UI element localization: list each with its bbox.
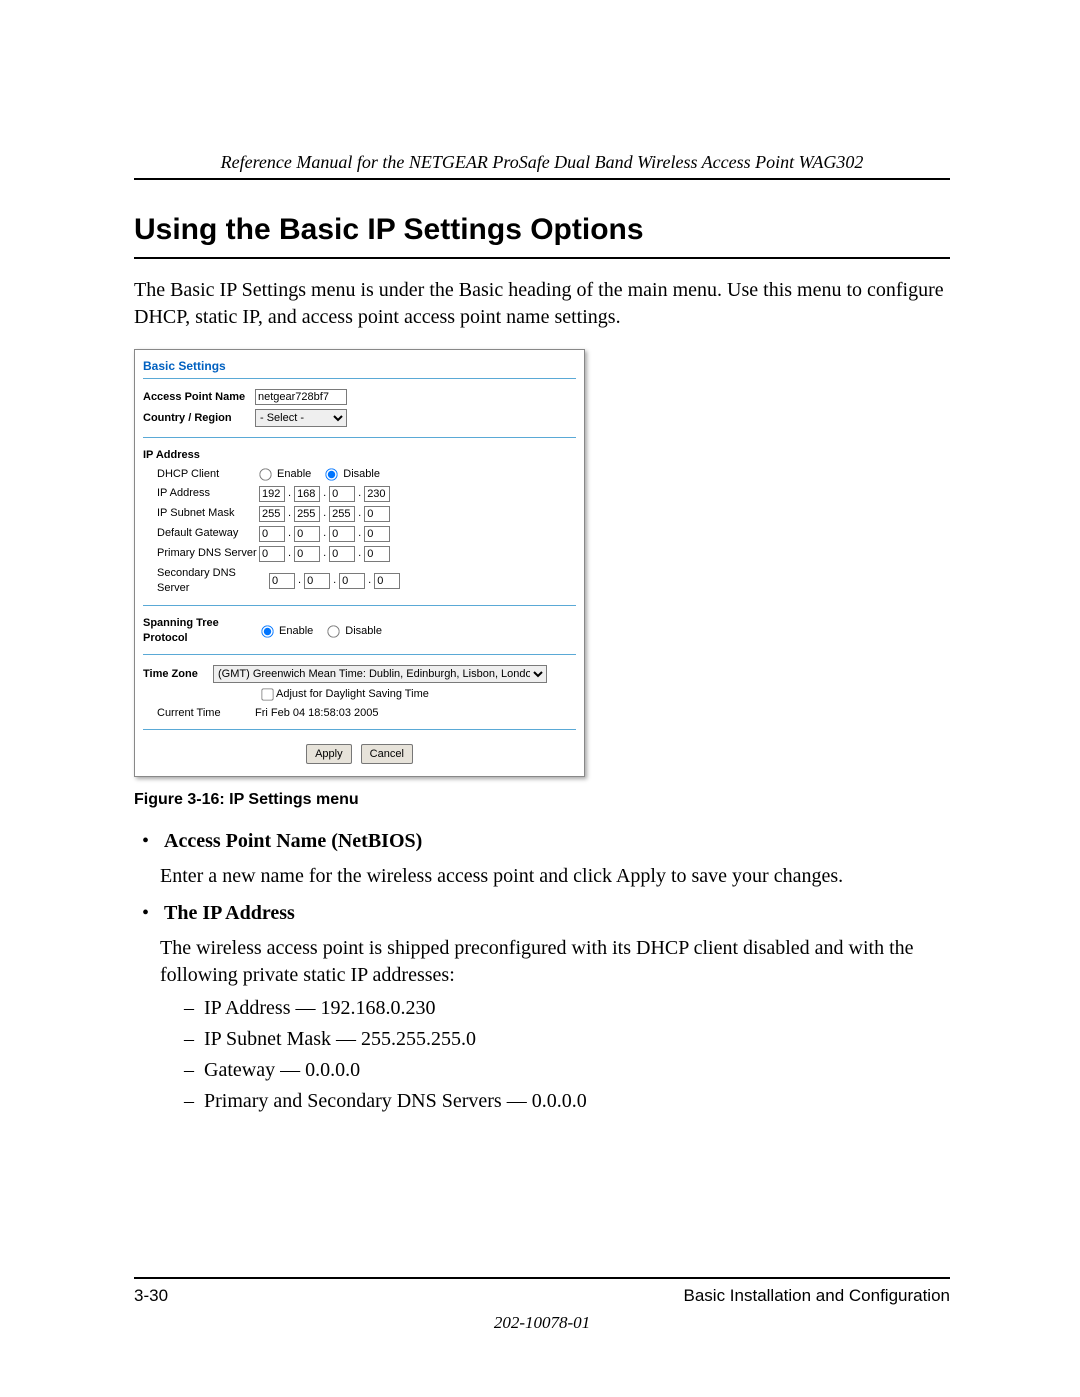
section-title: Using the Basic IP Settings Options	[134, 210, 950, 251]
sdns-label: Secondary DNS Server	[157, 566, 269, 596]
panel-title: Basic Settings	[143, 358, 576, 374]
bullet2-title: The IP Address	[164, 902, 295, 924]
region-select[interactable]: - Select -	[255, 409, 347, 427]
sdns-oct1[interactable]	[269, 573, 295, 589]
ap-name-input[interactable]	[255, 389, 347, 405]
ip-oct1[interactable]	[259, 486, 285, 502]
stp-disable-label: Disable	[345, 624, 382, 639]
subnet-oct3[interactable]	[329, 506, 355, 522]
gateway-label: Default Gateway	[157, 526, 259, 541]
list-item: Gateway — 0.0.0.0	[184, 1057, 950, 1084]
header-rule	[134, 178, 950, 180]
ip-address-row: IP Address . . .	[143, 486, 576, 502]
pdns-row: Primary DNS Server . . .	[143, 546, 576, 562]
bullet1-text: Enter a new name for the wireless access…	[160, 863, 950, 890]
apply-button[interactable]: Apply	[306, 744, 352, 764]
subnet-oct1[interactable]	[259, 506, 285, 522]
sdns-oct2[interactable]	[304, 573, 330, 589]
defaults-list: IP Address — 192.168.0.230 IP Subnet Mas…	[160, 995, 950, 1115]
page-number: 3-30	[134, 1285, 168, 1308]
tz-select[interactable]: (GMT) Greenwich Mean Time: Dublin, Edinb…	[213, 665, 547, 683]
footer-section: Basic Installation and Configuration	[684, 1285, 951, 1308]
ip-section-label: IP Address	[143, 448, 576, 463]
subnet-oct2[interactable]	[294, 506, 320, 522]
current-time-value: Fri Feb 04 18:58:03 2005	[255, 706, 379, 721]
bullet-list: Access Point Name (NetBIOS) Enter a new …	[134, 828, 950, 1115]
pdns-label: Primary DNS Server	[157, 546, 259, 561]
sdns-oct4[interactable]	[374, 573, 400, 589]
region-label: Country / Region	[143, 411, 255, 426]
dhcp-disable-radio[interactable]	[326, 468, 338, 480]
cancel-button[interactable]: Cancel	[361, 744, 413, 764]
stp-enable-radio[interactable]	[261, 625, 273, 637]
pdns-oct3[interactable]	[329, 546, 355, 562]
stp-label: Spanning Tree Protocol	[143, 616, 261, 646]
gw-oct3[interactable]	[329, 526, 355, 542]
list-item: Primary and Secondary DNS Servers — 0.0.…	[184, 1088, 950, 1115]
current-time-label: Current Time	[157, 706, 255, 721]
subnet-oct4[interactable]	[364, 506, 390, 522]
gw-oct2[interactable]	[294, 526, 320, 542]
ip-oct3[interactable]	[329, 486, 355, 502]
figure-caption: Figure 3-16: IP Settings menu	[134, 789, 950, 811]
manual-title: Reference Manual for the NETGEAR ProSafe…	[134, 150, 950, 174]
stp-enable-label: Enable	[279, 624, 313, 639]
ip-oct2[interactable]	[294, 486, 320, 502]
ip-oct4[interactable]	[364, 486, 390, 502]
title-rule	[134, 257, 950, 259]
pdns-oct1[interactable]	[259, 546, 285, 562]
dhcp-enable-radio[interactable]	[259, 468, 271, 480]
footer-rule	[134, 1277, 950, 1279]
dst-checkbox[interactable]	[261, 688, 273, 700]
dst-label: Adjust for Daylight Saving Time	[276, 687, 429, 702]
list-item: IP Subnet Mask — 255.255.255.0	[184, 1026, 950, 1053]
intro-paragraph: The Basic IP Settings menu is under the …	[134, 277, 950, 331]
stp-disable-radio[interactable]	[328, 625, 340, 637]
doc-number: 202-10078-01	[134, 1312, 950, 1335]
bullet2-text: The wireless access point is shipped pre…	[160, 935, 950, 989]
gw-oct1[interactable]	[259, 526, 285, 542]
tz-label: Time Zone	[143, 667, 213, 682]
basic-settings-panel: Basic Settings Access Point Name Country…	[134, 349, 585, 777]
dhcp-enable-label: Enable	[277, 467, 311, 482]
sdns-oct3[interactable]	[339, 573, 365, 589]
dhcp-disable-label: Disable	[343, 467, 380, 482]
bullet-ap-name: Access Point Name (NetBIOS) Enter a new …	[160, 828, 950, 890]
ap-name-label: Access Point Name	[143, 390, 255, 405]
subnet-label: IP Subnet Mask	[157, 506, 259, 521]
pdns-oct4[interactable]	[364, 546, 390, 562]
pdns-oct2[interactable]	[294, 546, 320, 562]
subnet-row: IP Subnet Mask . . .	[143, 506, 576, 522]
sdns-row: Secondary DNS Server . . .	[143, 566, 576, 596]
bullet-ip-address: The IP Address The wireless access point…	[160, 900, 950, 1115]
list-item: IP Address — 192.168.0.230	[184, 995, 950, 1022]
bullet1-title: Access Point Name (NetBIOS)	[164, 830, 422, 852]
ip-address-label: IP Address	[157, 486, 259, 501]
dhcp-label: DHCP Client	[157, 467, 259, 482]
gw-oct4[interactable]	[364, 526, 390, 542]
gateway-row: Default Gateway . . .	[143, 526, 576, 542]
